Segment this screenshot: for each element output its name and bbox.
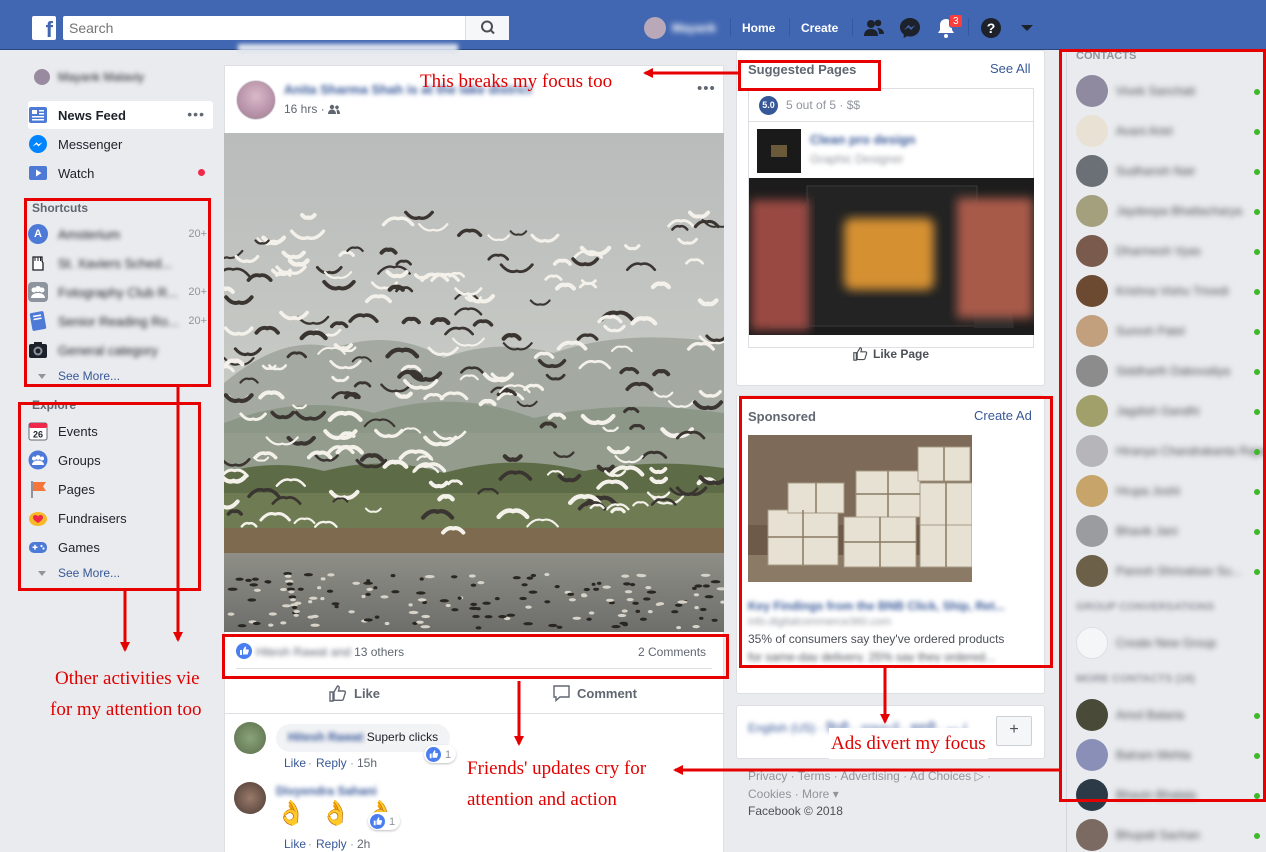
annotation-other-line2: for my attention too: [50, 699, 202, 720]
annotation-ads: Ads divert my focus: [829, 728, 988, 759]
annotation-friends-line2: attention and action: [467, 789, 617, 810]
annotation-other-line1: Other activities vie: [55, 668, 200, 689]
annotation-friends-line1: Friends' updates cry for: [467, 758, 647, 779]
annotation-focus: This breaks my focus too: [420, 71, 613, 92]
